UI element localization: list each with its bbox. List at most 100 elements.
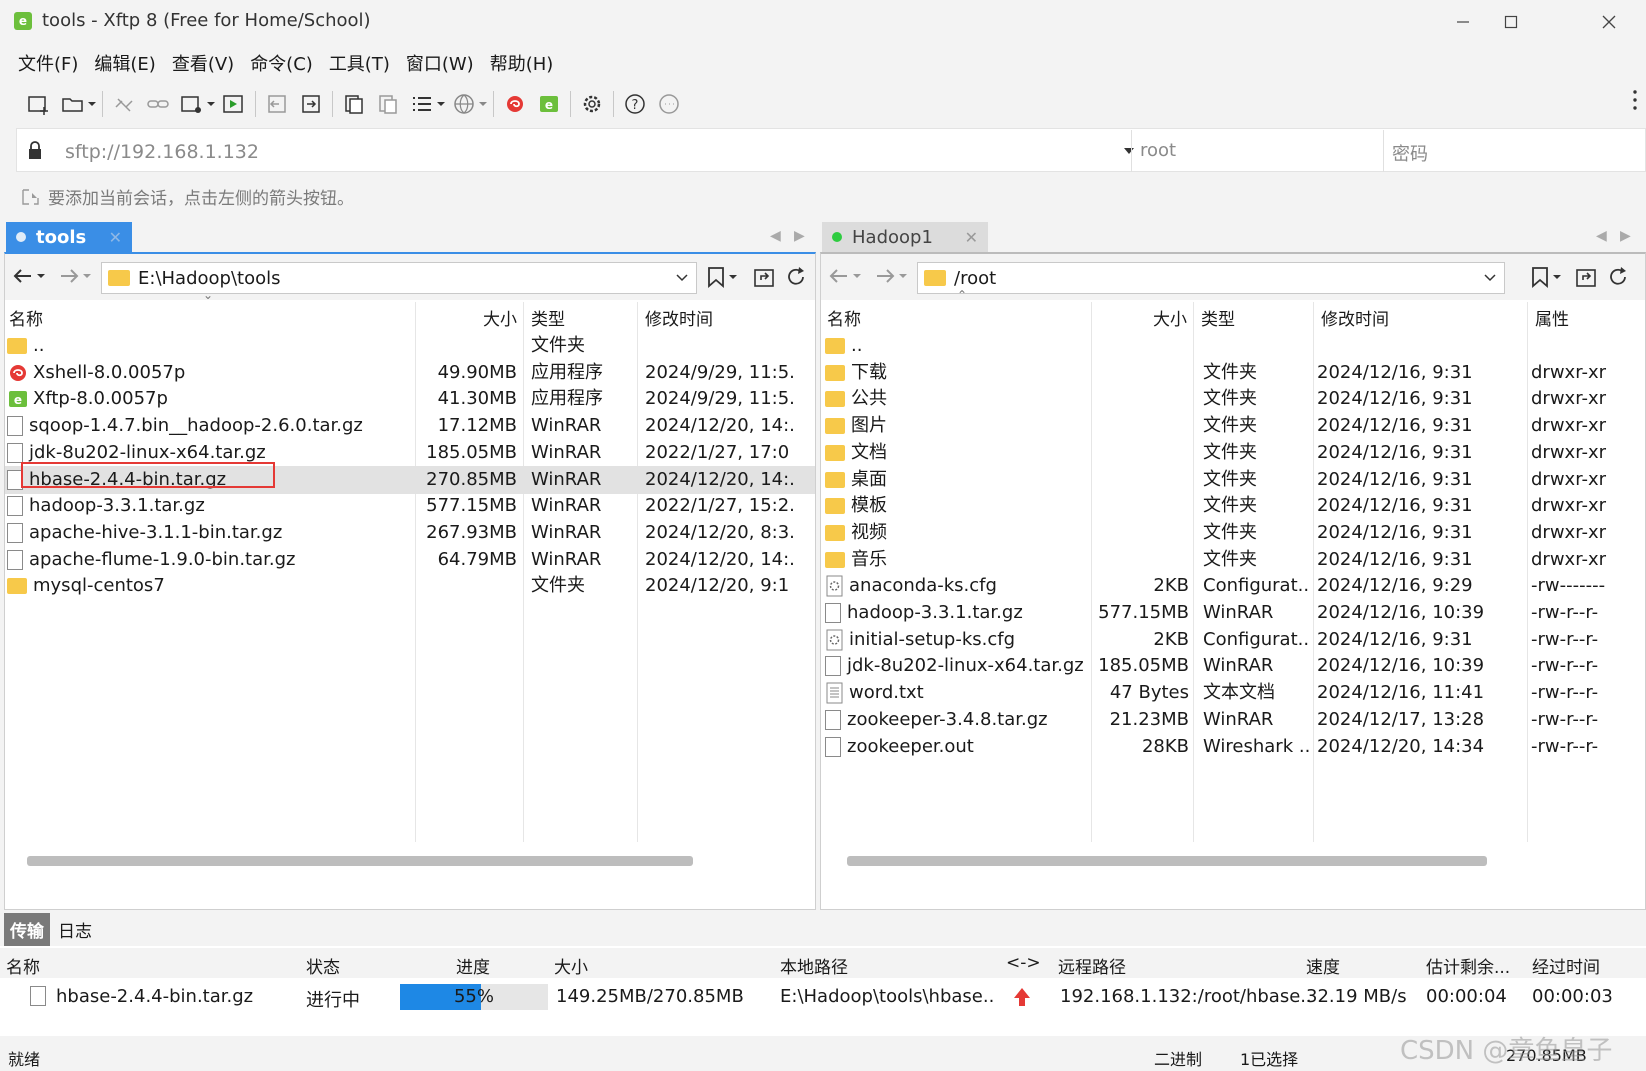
file-row[interactable]: 图片 文件夹 2024/12/16, 9:31 drwxr-xr: [821, 412, 1645, 440]
file-row[interactable]: 公共 文件夹 2024/12/16, 9:31 drwxr-xr: [821, 385, 1645, 413]
view-dropdown[interactable]: [435, 100, 447, 108]
file-row[interactable]: .. 文件夹: [5, 332, 815, 360]
col-header-name[interactable]: 名称: [827, 302, 1087, 332]
upload-button[interactable]: [260, 88, 294, 120]
help-button[interactable]: ?: [618, 88, 652, 120]
forward-button[interactable]: [875, 266, 909, 286]
file-row[interactable]: anaconda-ks.cfg 2KB Configurat... 2024/12/1…: [821, 572, 1645, 600]
col-header-direction[interactable]: <->: [1006, 953, 1041, 973]
view-list-button[interactable]: [405, 88, 439, 120]
col-header-progress[interactable]: 进度: [456, 953, 490, 978]
col-header-size[interactable]: 大小: [417, 302, 517, 332]
col-header-elapsed[interactable]: 经过时间: [1532, 953, 1600, 978]
file-row[interactable]: mysql-centos7 文件夹 2024/12/20, 9:1: [5, 572, 815, 600]
up-folder-button[interactable]: [753, 266, 777, 288]
local-horizontal-scrollbar[interactable]: [27, 856, 693, 866]
host-input[interactable]: sftp://192.168.1.132: [65, 141, 259, 163]
menu-edit[interactable]: 编辑(E): [86, 46, 163, 80]
menu-help[interactable]: 帮助(H): [482, 46, 562, 80]
options-button[interactable]: [575, 88, 609, 120]
file-row[interactable]: zookeeper.out 28KB Wireshark ... 2024/12/20…: [821, 733, 1645, 761]
open-xftp-button[interactable]: e: [532, 88, 566, 120]
minimize-button[interactable]: [1440, 6, 1486, 38]
chat-button[interactable]: [652, 88, 686, 120]
col-header-size[interactable]: 大小: [1093, 302, 1187, 332]
new-session-button[interactable]: [22, 88, 56, 120]
tab-close-icon[interactable]: ✕: [965, 228, 978, 247]
file-row[interactable]: apache-hive-3.1.1-bin.tar.gz 267.93MB WinR…: [5, 519, 815, 547]
file-row[interactable]: hadoop-3.3.1.tar.gz 577.15MB WinRAR 2024/12…: [821, 599, 1645, 627]
tab-scroll-right[interactable]: ▶: [794, 228, 805, 244]
refresh-button[interactable]: [785, 266, 809, 288]
back-button[interactable]: [13, 266, 47, 286]
col-header-remote-path[interactable]: 远程路径: [1058, 953, 1126, 978]
file-row[interactable]: 桌面 文件夹 2024/12/16, 9:31 drwxr-xr: [821, 466, 1645, 494]
tab-log[interactable]: 日志: [50, 913, 100, 946]
col-header-eta[interactable]: 估计剩余...: [1426, 953, 1510, 978]
new-tab-dropdown[interactable]: [205, 100, 217, 108]
maximize-button[interactable]: [1488, 6, 1534, 38]
disconnect-button[interactable]: [107, 88, 141, 120]
file-row[interactable]: zookeeper-3.4.8.tar.gz 21.23MB WinRAR 2024/…: [821, 706, 1645, 734]
tab-tools[interactable]: tools ✕: [6, 222, 132, 252]
file-row[interactable]: 音乐 文件夹 2024/12/16, 9:31 drwxr-xr: [821, 546, 1645, 574]
file-row[interactable]: Xshell-8.0.0057p 49.90MB 应用程序 2024/9/29, 11…: [5, 359, 815, 387]
remote-path-input[interactable]: /root: [917, 262, 1505, 294]
bookmark-button[interactable]: [1531, 266, 1565, 288]
transfer-row[interactable]: hbase-2.4.4-bin.tar.gz 进行中 55% 149.25MB/…: [0, 980, 1646, 1014]
col-header-mtime[interactable]: 修改时间: [1321, 302, 1521, 332]
back-button[interactable]: [829, 266, 863, 286]
encoding-dropdown[interactable]: [477, 100, 489, 108]
menu-window[interactable]: 窗口(W): [398, 46, 482, 80]
file-row[interactable]: hadoop-3.3.1.tar.gz 577.15MB WinRAR 2022/1/…: [5, 492, 815, 520]
file-row[interactable]: 下载 文件夹 2024/12/16, 9:31 drwxr-xr: [821, 359, 1645, 387]
col-header-type[interactable]: 类型: [531, 302, 641, 332]
menu-command[interactable]: 命令(C): [242, 46, 321, 80]
remote-horizontal-scrollbar[interactable]: [847, 856, 1487, 866]
new-tab-button[interactable]: [175, 88, 209, 120]
col-header-status[interactable]: 状态: [306, 953, 340, 978]
bookmark-button[interactable]: [707, 266, 741, 288]
file-row[interactable]: apache-flume-1.9.0-bin.tar.gz 64.79MB WinR…: [5, 546, 815, 574]
file-row[interactable]: ..: [821, 332, 1645, 360]
encoding-button[interactable]: [447, 88, 481, 120]
tab-hadoop1[interactable]: Hadoop1 ✕: [822, 222, 988, 252]
toolbar-overflow-button[interactable]: [1632, 88, 1638, 112]
password-input[interactable]: 密码: [1383, 130, 1645, 172]
close-button[interactable]: [1586, 6, 1632, 38]
transfer-button[interactable]: [217, 88, 251, 120]
col-header-attr[interactable]: 属性: [1535, 302, 1635, 332]
file-row[interactable]: initial-setup-ks.cfg 2KB Configurat... 2024…: [821, 626, 1645, 654]
col-header-local-path[interactable]: 本地路径: [780, 953, 848, 978]
reconnect-button[interactable]: [141, 88, 175, 120]
username-input[interactable]: root: [1131, 130, 1381, 172]
menu-view[interactable]: 查看(V): [164, 46, 242, 80]
file-row[interactable]: word.txt 47 Bytes 文本文档 2024/12/16, 11:41 -rw…: [821, 679, 1645, 707]
file-row[interactable]: sqoop-1.4.7.bin__hadoop-2.6.0.tar.gz 17.1…: [5, 412, 815, 440]
file-row[interactable]: jdk-8u202-linux-x64.tar.gz 185.05MB WinRAR…: [821, 652, 1645, 680]
col-header-type[interactable]: 类型: [1201, 302, 1311, 332]
open-button[interactable]: [56, 88, 90, 120]
col-header-mtime[interactable]: 修改时间: [645, 302, 815, 332]
file-row[interactable]: 文档 文件夹 2024/12/16, 9:31 drwxr-xr: [821, 439, 1645, 467]
file-row[interactable]: 模板 文件夹 2024/12/16, 9:31 drwxr-xr: [821, 492, 1645, 520]
menu-file[interactable]: 文件(F): [10, 46, 86, 80]
tab-transfer[interactable]: 传输: [4, 912, 50, 946]
tab-scroll-left[interactable]: ◀: [1596, 228, 1607, 244]
refresh-button[interactable]: [1607, 266, 1631, 288]
up-folder-button[interactable]: [1575, 266, 1599, 288]
file-row[interactable]: 视频 文件夹 2024/12/16, 9:31 drwxr-xr: [821, 519, 1645, 547]
col-header-name[interactable]: 名称: [9, 302, 413, 332]
paste-button[interactable]: [371, 88, 405, 120]
open-dropdown[interactable]: [86, 100, 98, 108]
download-button[interactable]: [294, 88, 328, 120]
menu-tools[interactable]: 工具(T): [321, 46, 398, 80]
col-header-size[interactable]: 大小: [554, 953, 588, 978]
col-header-name[interactable]: 名称: [6, 953, 40, 978]
file-row[interactable]: e Xftp-8.0.0057p 41.30MB 应用程序 2024/9/29, 11:…: [5, 385, 815, 413]
open-xshell-button[interactable]: [498, 88, 532, 120]
copy-button[interactable]: [337, 88, 371, 120]
col-header-speed[interactable]: 速度: [1306, 953, 1340, 978]
local-path-input[interactable]: E:\Hadoop\tools: [101, 262, 697, 294]
tab-close-icon[interactable]: ✕: [109, 228, 122, 247]
